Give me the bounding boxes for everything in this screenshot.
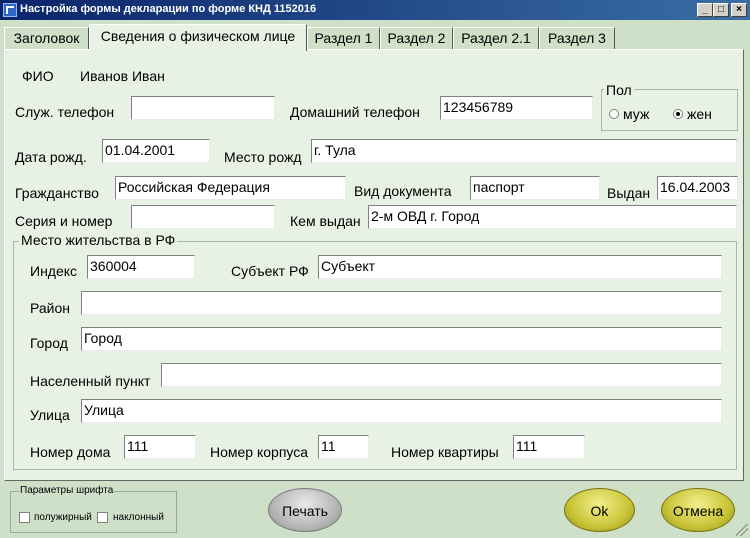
gender-female-radio[interactable] — [673, 109, 683, 119]
index-label: Индекс — [30, 263, 78, 279]
person-info-panel: ФИО Иванов Иван Служ. телефон Домашний т… — [4, 49, 744, 481]
issued-date-field[interactable]: 16.04.2003 — [657, 176, 738, 200]
app-icon — [3, 3, 17, 17]
index-field[interactable]: 360004 — [87, 255, 195, 279]
window-title: Настройка формы декларации по форме КНД … — [20, 3, 317, 15]
gender-male-label: муж — [623, 106, 650, 122]
font-params-group: Параметры шрифта полужирный наклонный — [10, 485, 177, 533]
series-number-field[interactable] — [131, 205, 275, 229]
maximize-button[interactable]: □ — [713, 3, 729, 17]
italic-checkbox[interactable] — [97, 512, 108, 523]
doc-type-label: Вид документа — [354, 183, 452, 199]
district-label: Район — [30, 300, 70, 316]
minimize-button[interactable]: _ — [697, 3, 713, 17]
print-button[interactable]: Печать — [268, 488, 342, 532]
tab-section-2[interactable]: Раздел 2 — [380, 27, 453, 50]
apartment-label: Номер квартиры — [391, 444, 499, 460]
tab-section-3[interactable]: Раздел 3 — [539, 27, 615, 50]
subject-label: Субъект РФ — [231, 263, 309, 279]
issued-by-label: Кем выдан — [290, 213, 361, 229]
city-field[interactable]: Город — [81, 327, 722, 351]
italic-label: наклонный — [113, 512, 164, 523]
settings-window: Настройка формы декларации по форме КНД … — [0, 0, 750, 538]
home-phone-label: Домашний телефон — [290, 104, 420, 120]
apartment-field[interactable]: 111 — [513, 435, 585, 459]
birth-date-field[interactable]: 01.04.2001 — [102, 139, 210, 163]
fio-value: Иванов Иван — [80, 68, 165, 84]
birth-place-field[interactable]: г. Тула — [311, 139, 737, 163]
gender-legend: Пол — [604, 82, 634, 98]
settlement-field[interactable] — [161, 363, 722, 387]
home-phone-field[interactable]: 123456789 — [440, 96, 593, 120]
street-label: Улица — [30, 407, 70, 423]
resize-grip-icon[interactable] — [736, 524, 748, 536]
bottom-bar: Параметры шрифта полужирный наклонный Пе… — [0, 481, 750, 538]
series-number-label: Серия и номер — [15, 213, 113, 229]
doc-type-field[interactable]: паспорт — [470, 176, 600, 200]
tab-section-1[interactable]: Раздел 1 — [307, 27, 380, 50]
building-label: Номер корпуса — [210, 444, 309, 460]
font-params-legend: Параметры шрифта — [19, 485, 115, 496]
house-label: Номер дома — [30, 444, 111, 460]
bold-label: полужирный — [34, 512, 92, 523]
tab-section-2-1[interactable]: Раздел 2.1 — [453, 27, 539, 50]
citizenship-label: Гражданство — [15, 185, 99, 201]
city-label: Город — [30, 335, 68, 351]
birth-place-label: Место рожд — [224, 149, 302, 165]
street-field[interactable]: Улица — [81, 399, 722, 423]
tab-person-info[interactable]: Сведения о физическом лице — [89, 24, 307, 51]
birth-date-label: Дата рожд. — [15, 149, 87, 165]
subject-field[interactable]: Субъект — [318, 255, 722, 279]
work-phone-field[interactable] — [131, 96, 275, 120]
bold-checkbox[interactable] — [19, 512, 30, 523]
issued-by-field[interactable]: 2-м ОВД г. Город — [368, 205, 737, 229]
district-field[interactable] — [81, 291, 722, 315]
cancel-button[interactable]: Отмена — [661, 488, 735, 532]
residence-legend: Место жительства в РФ — [19, 232, 178, 248]
tab-header[interactable]: Заголовок — [4, 27, 89, 50]
ok-button[interactable]: Ok — [564, 488, 635, 532]
tab-bar: Заголовок Сведения о физическом лице Раз… — [0, 20, 750, 51]
house-field[interactable]: 111 — [124, 435, 196, 459]
citizenship-field[interactable]: Российская Федерация — [115, 176, 346, 200]
title-bar: Настройка формы декларации по форме КНД … — [0, 0, 750, 20]
issued-date-label: Выдан — [607, 185, 651, 201]
building-field[interactable]: 11 — [318, 435, 369, 459]
close-button[interactable]: × — [731, 3, 747, 17]
work-phone-label: Служ. телефон — [15, 104, 115, 120]
gender-female-label: жен — [687, 106, 712, 122]
fio-label: ФИО — [22, 68, 54, 84]
settlement-label: Населенный пункт — [30, 373, 151, 389]
gender-male-radio[interactable] — [609, 109, 619, 119]
